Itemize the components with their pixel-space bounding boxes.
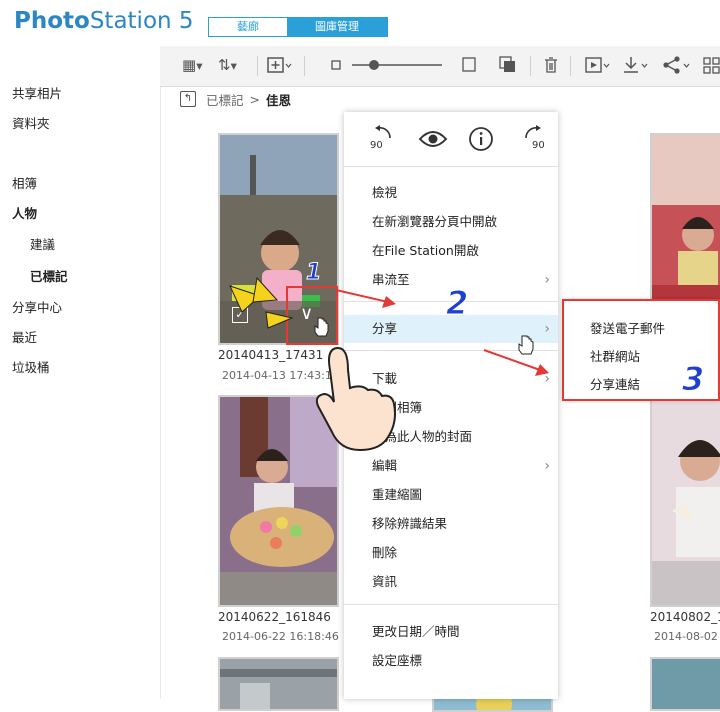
annotation-step-3: 3 <box>681 360 705 399</box>
annotation-overlay: 1 <box>229 260 549 452</box>
highlight-box <box>286 286 338 345</box>
svg-text:1: 1 <box>306 260 321 285</box>
annotation-step-2: 2 <box>445 284 469 323</box>
